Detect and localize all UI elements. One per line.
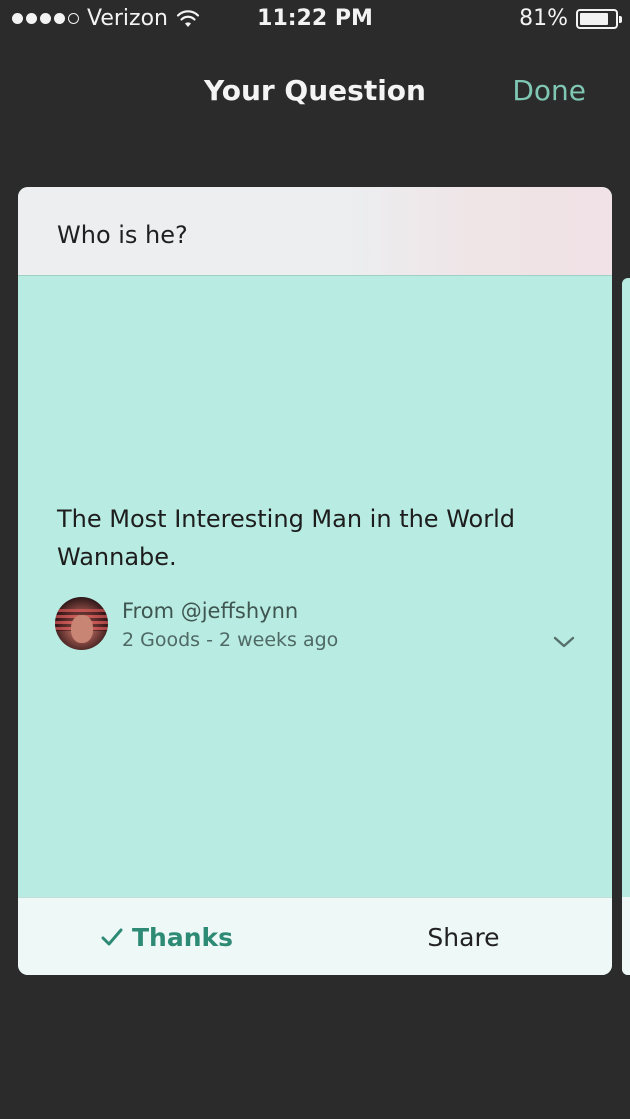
status-right: 81% <box>519 6 622 31</box>
battery-cap <box>619 15 622 23</box>
battery-percent: 81% <box>519 6 568 31</box>
status-bar: Verizon 11:22 PM 81% <box>0 0 630 40</box>
share-button[interactable]: Share <box>315 898 612 975</box>
answer-body[interactable]: The Most Interesting Man in the World Wa… <box>18 275 612 898</box>
answer-text: The Most Interesting Man in the World Wa… <box>57 505 515 571</box>
next-card-peek-footer <box>622 897 630 975</box>
battery-fill <box>580 12 608 25</box>
card-actions: Thanks Share <box>18 897 612 975</box>
question-text: Who is he? <box>57 221 188 249</box>
thanks-label: Thanks <box>131 922 234 952</box>
thanks-button[interactable]: Thanks <box>18 898 315 975</box>
answer-meta: 2 Goods - 2 weeks ago <box>122 629 339 651</box>
question-header: Who is he? <box>18 187 612 275</box>
next-card-peek[interactable] <box>622 278 630 975</box>
answer-card: Who is he? The Most Interesting Man in t… <box>18 187 612 975</box>
check-icon <box>100 927 124 947</box>
battery-icon <box>576 8 622 29</box>
done-button[interactable]: Done <box>512 74 586 107</box>
answer-author[interactable]: From @jeffshynn <box>122 599 298 623</box>
chevron-down-icon[interactable] <box>552 634 576 650</box>
avatar[interactable] <box>55 597 108 650</box>
